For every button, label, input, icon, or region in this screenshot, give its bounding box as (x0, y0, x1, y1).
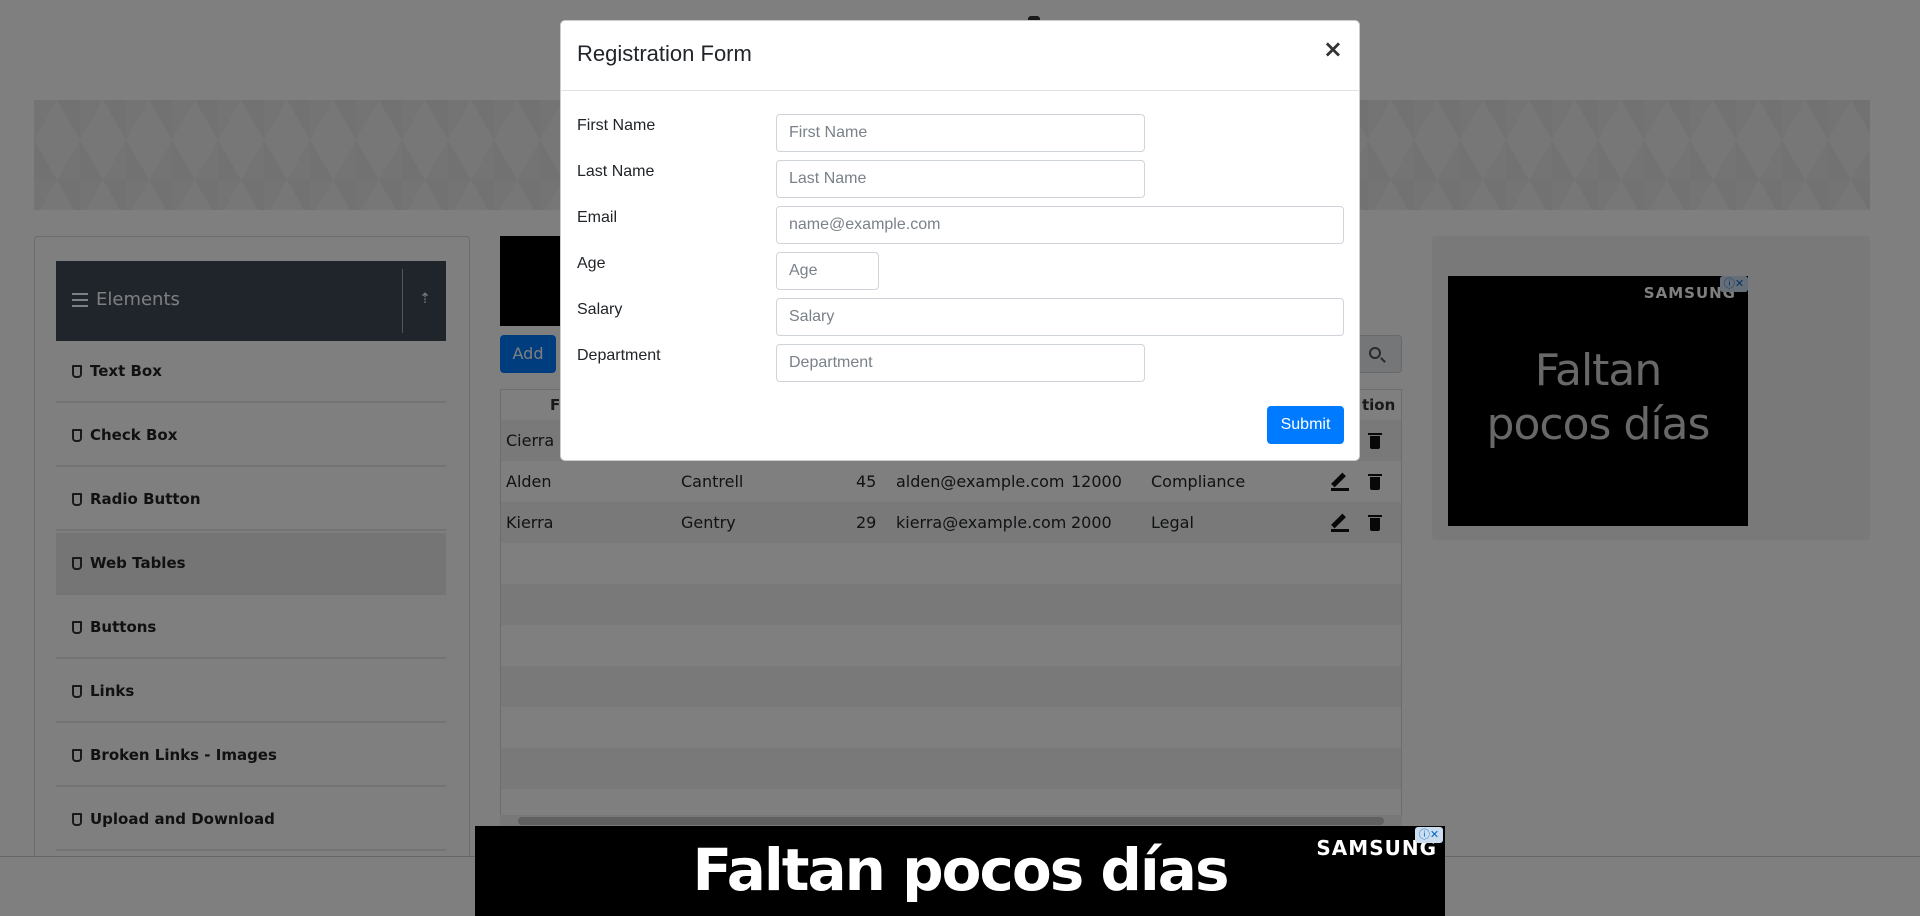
age-label: Age (577, 255, 606, 272)
registration-modal: Registration Form × First Name Last Name… (560, 20, 1360, 461)
department-field[interactable] (776, 344, 1145, 382)
modal-header: Registration Form × (561, 21, 1359, 91)
first-name-field[interactable] (776, 114, 1145, 152)
adchoices-icon[interactable]: ⓘ✕ (1415, 827, 1443, 843)
last-name-label: Last Name (577, 163, 655, 180)
close-icon[interactable]: × (1323, 37, 1343, 61)
age-field[interactable] (776, 252, 879, 290)
department-label: Department (577, 347, 661, 364)
salary-label: Salary (577, 301, 623, 318)
email-label: Email (577, 209, 618, 226)
first-name-label: First Name (577, 117, 656, 134)
bottom-advertisement[interactable]: Faltan pocos días SAMSUNG (475, 826, 1445, 916)
submit-button[interactable]: Submit (1267, 406, 1344, 444)
ad-headline: Faltan pocos días (692, 836, 1230, 904)
modal-title: Registration Form (577, 41, 752, 66)
salary-field[interactable] (776, 298, 1344, 336)
email-field[interactable] (776, 206, 1344, 244)
last-name-field[interactable] (776, 160, 1145, 198)
